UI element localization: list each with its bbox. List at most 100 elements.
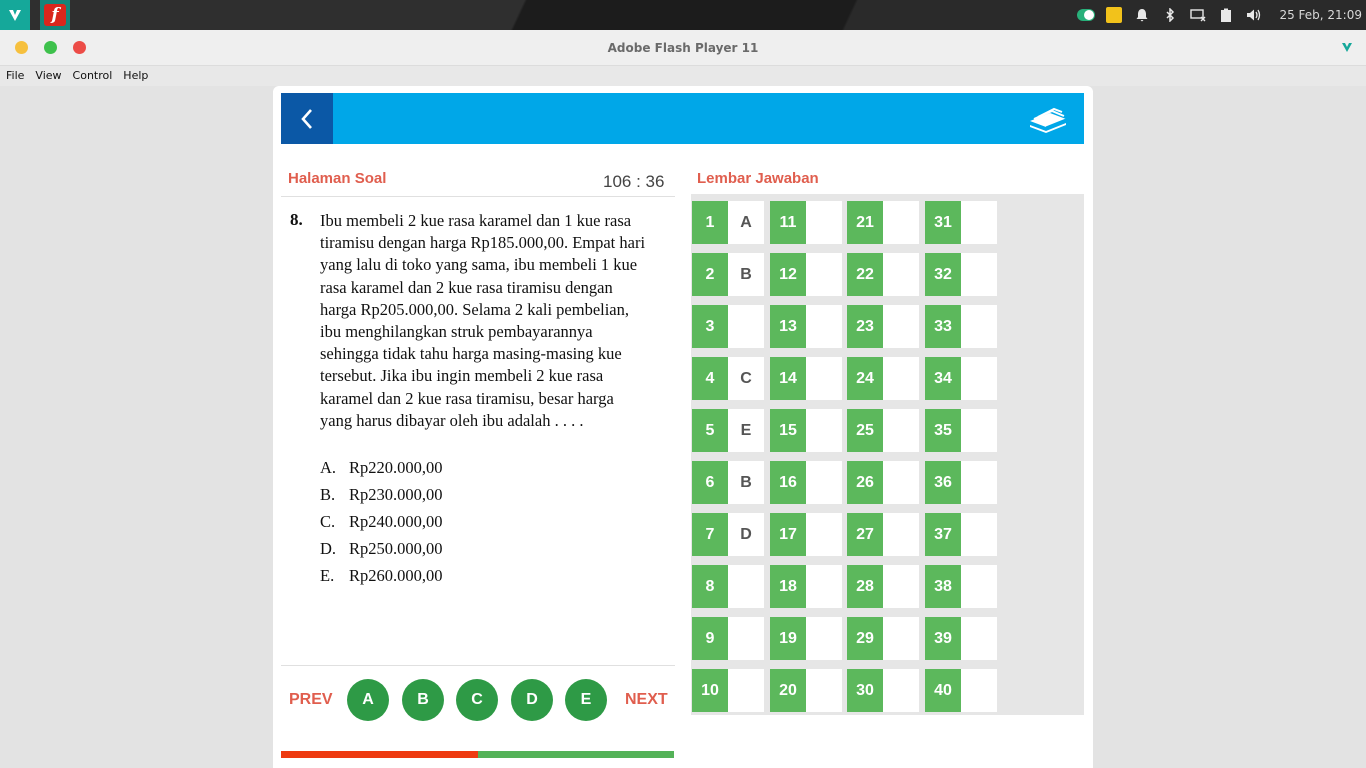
answer-cell-number[interactable]: 29 [847, 617, 883, 660]
window-titlebar[interactable]: Adobe Flash Player 11 [0, 30, 1366, 66]
answer-cell-5[interactable]: 5E [692, 409, 764, 452]
answer-cell-number[interactable]: 28 [847, 565, 883, 608]
answer-cell-19[interactable]: 19 [770, 617, 842, 660]
answer-cell-number[interactable]: 20 [770, 669, 806, 712]
menu-file[interactable]: File [6, 66, 24, 86]
bluetooth-icon[interactable] [1161, 6, 1179, 24]
answer-cell-6[interactable]: 6B [692, 461, 764, 504]
answer-cell-number[interactable]: 34 [925, 357, 961, 400]
answer-cell-number[interactable]: 30 [847, 669, 883, 712]
answer-cell-number[interactable]: 14 [770, 357, 806, 400]
notes-icon[interactable] [1105, 6, 1123, 24]
menu-control[interactable]: Control [73, 66, 113, 86]
answer-cell-number[interactable]: 8 [692, 565, 728, 608]
answer-cell-1[interactable]: 1A [692, 201, 764, 244]
answer-cell-number[interactable]: 10 [692, 669, 728, 712]
answer-cell-number[interactable]: 32 [925, 253, 961, 296]
answer-cell-4[interactable]: 4C [692, 357, 764, 400]
answer-cell-number[interactable]: 24 [847, 357, 883, 400]
answer-cell-30[interactable]: 30 [847, 669, 919, 712]
answer-cell-number[interactable]: 18 [770, 565, 806, 608]
answer-cell-32[interactable]: 32 [925, 253, 997, 296]
answer-cell-number[interactable]: 15 [770, 409, 806, 452]
answer-cell-29[interactable]: 29 [847, 617, 919, 660]
answer-cell-number[interactable]: 36 [925, 461, 961, 504]
answer-cell-7[interactable]: 7D [692, 513, 764, 556]
menu-help[interactable]: Help [123, 66, 148, 86]
answer-cell-number[interactable]: 11 [770, 201, 806, 244]
answer-cell-22[interactable]: 22 [847, 253, 919, 296]
answer-cell-number[interactable]: 7 [692, 513, 728, 556]
answer-cell-number[interactable]: 23 [847, 305, 883, 348]
answer-cell-number[interactable]: 33 [925, 305, 961, 348]
answer-cell-10[interactable]: 10 [692, 669, 764, 712]
answer-cell-number[interactable]: 5 [692, 409, 728, 452]
answer-cell-2[interactable]: 2B [692, 253, 764, 296]
bell-icon[interactable] [1133, 6, 1151, 24]
answer-cell-number[interactable]: 26 [847, 461, 883, 504]
app-launcher-button[interactable] [0, 0, 30, 30]
answer-cell-number[interactable]: 40 [925, 669, 961, 712]
answer-cell-9[interactable]: 9 [692, 617, 764, 660]
clock[interactable]: 25 Feb, 21:09 [1279, 8, 1362, 22]
answer-cell-13[interactable]: 13 [770, 305, 842, 348]
answer-cell-27[interactable]: 27 [847, 513, 919, 556]
answer-cell-number[interactable]: 16 [770, 461, 806, 504]
answer-cell-15[interactable]: 15 [770, 409, 842, 452]
answer-cell-number[interactable]: 21 [847, 201, 883, 244]
answer-cell-number[interactable]: 9 [692, 617, 728, 660]
answer-cell-28[interactable]: 28 [847, 565, 919, 608]
next-button[interactable]: NEXT [625, 691, 668, 709]
answer-cell-25[interactable]: 25 [847, 409, 919, 452]
menu-view[interactable]: View [35, 66, 61, 86]
answer-cell-number[interactable]: 13 [770, 305, 806, 348]
volume-icon[interactable] [1245, 6, 1263, 24]
answer-cell-number[interactable]: 6 [692, 461, 728, 504]
answer-cell-number[interactable]: 2 [692, 253, 728, 296]
answer-cell-number[interactable]: 3 [692, 305, 728, 348]
answer-cell-number[interactable]: 4 [692, 357, 728, 400]
answer-cell-17[interactable]: 17 [770, 513, 842, 556]
answer-button-b[interactable]: B [402, 679, 444, 721]
answer-cell-11[interactable]: 11 [770, 201, 842, 244]
answer-cell-18[interactable]: 18 [770, 565, 842, 608]
answer-cell-8[interactable]: 8 [692, 565, 764, 608]
clipboard-icon[interactable] [1217, 6, 1235, 24]
answer-cell-number[interactable]: 17 [770, 513, 806, 556]
answer-cell-number[interactable]: 38 [925, 565, 961, 608]
flash-player-task-button[interactable]: f [40, 0, 70, 30]
answer-cell-14[interactable]: 14 [770, 357, 842, 400]
answer-cell-number[interactable]: 19 [770, 617, 806, 660]
answer-cell-number[interactable]: 39 [925, 617, 961, 660]
answer-cell-number[interactable]: 1 [692, 201, 728, 244]
answer-cell-number[interactable]: 35 [925, 409, 961, 452]
answer-cell-number[interactable]: 22 [847, 253, 883, 296]
answer-cell-31[interactable]: 31 [925, 201, 997, 244]
back-button[interactable] [281, 93, 333, 144]
answer-cell-36[interactable]: 36 [925, 461, 997, 504]
answer-cell-24[interactable]: 24 [847, 357, 919, 400]
answer-cell-23[interactable]: 23 [847, 305, 919, 348]
answer-cell-21[interactable]: 21 [847, 201, 919, 244]
prev-button[interactable]: PREV [289, 691, 333, 709]
answer-cell-number[interactable]: 12 [770, 253, 806, 296]
answer-cell-16[interactable]: 16 [770, 461, 842, 504]
answer-cell-26[interactable]: 26 [847, 461, 919, 504]
answer-cell-number[interactable]: 27 [847, 513, 883, 556]
answer-cell-number[interactable]: 25 [847, 409, 883, 452]
answer-cell-37[interactable]: 37 [925, 513, 997, 556]
answer-cell-33[interactable]: 33 [925, 305, 997, 348]
answer-button-d[interactable]: D [511, 679, 553, 721]
answer-cell-35[interactable]: 35 [925, 409, 997, 452]
answer-cell-20[interactable]: 20 [770, 669, 842, 712]
answer-cell-number[interactable]: 31 [925, 201, 961, 244]
answer-button-c[interactable]: C [456, 679, 498, 721]
screen-icon[interactable] [1189, 6, 1207, 24]
answer-button-e[interactable]: E [565, 679, 607, 721]
toggle-icon[interactable] [1077, 6, 1096, 24]
books-icon[interactable] [1028, 107, 1068, 133]
answer-cell-12[interactable]: 12 [770, 253, 842, 296]
answer-cell-34[interactable]: 34 [925, 357, 997, 400]
answer-cell-40[interactable]: 40 [925, 669, 997, 712]
answer-cell-39[interactable]: 39 [925, 617, 997, 660]
